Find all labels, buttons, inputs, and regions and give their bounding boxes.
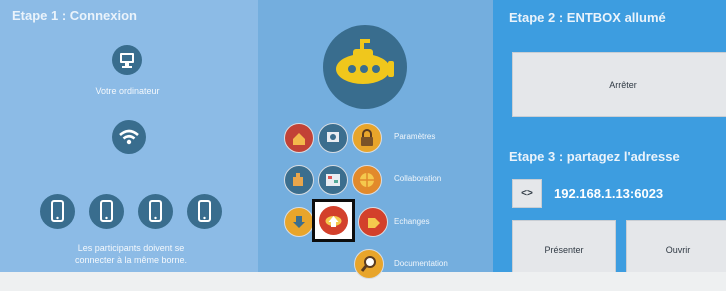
step3-title: Etape 3 : partagez l'adresse [509,149,680,164]
upload-selected-frame[interactable] [312,199,355,242]
thumbs-up-icon[interactable] [284,165,314,195]
menu-label-exchanges[interactable]: Echanges [394,217,430,226]
toggle-address-button[interactable]: <> [512,179,542,208]
submarine-logo [323,25,407,109]
download-icon[interactable] [284,207,314,237]
house-icon[interactable] [284,123,314,153]
step1-panel: Etape 1 : Connexion Votre ordinateur Les… [0,0,258,272]
lock-icon[interactable] [352,123,382,153]
step-panel: Etape 2 : ENTBOX allumé Arrêter Etape 3 … [493,0,726,272]
menu-label-collaboration[interactable]: Collaboration [394,174,441,183]
monitor-icon[interactable] [318,123,348,153]
step2-title: Etape 2 : ENTBOX allumé [509,10,666,25]
menu-panel: Paramètres Collaboration Echanges Docume… [258,0,493,279]
phone-icon [40,194,75,229]
cloud-upload-icon[interactable] [319,206,348,235]
computer-icon [112,45,142,75]
wifi-icon [112,120,146,154]
board-icon[interactable] [318,165,348,195]
tag-icon[interactable] [358,207,388,237]
globe-icon[interactable] [352,165,382,195]
participants-note-line1: Les participants doivent se [77,243,185,253]
server-address: 192.168.1.13:6023 [554,186,664,201]
phone-icon [89,194,124,229]
participants-note-line2: connecter à la même borne. [74,255,188,265]
phone-icon [187,194,222,229]
open-button[interactable]: Ouvrir [626,220,726,272]
participants-note: Les participants doivent se connecter à … [40,242,222,266]
menu-label-settings[interactable]: Paramètres [394,132,435,141]
present-button[interactable]: Présenter [512,220,616,272]
stop-button[interactable]: Arrêter [512,52,726,117]
phone-icon [138,194,173,229]
step1-title: Etape 1 : Connexion [12,8,137,23]
computer-label: Votre ordinateur [95,86,160,96]
menu-label-documentation[interactable]: Documentation [394,259,448,268]
search-icon[interactable] [354,249,384,279]
